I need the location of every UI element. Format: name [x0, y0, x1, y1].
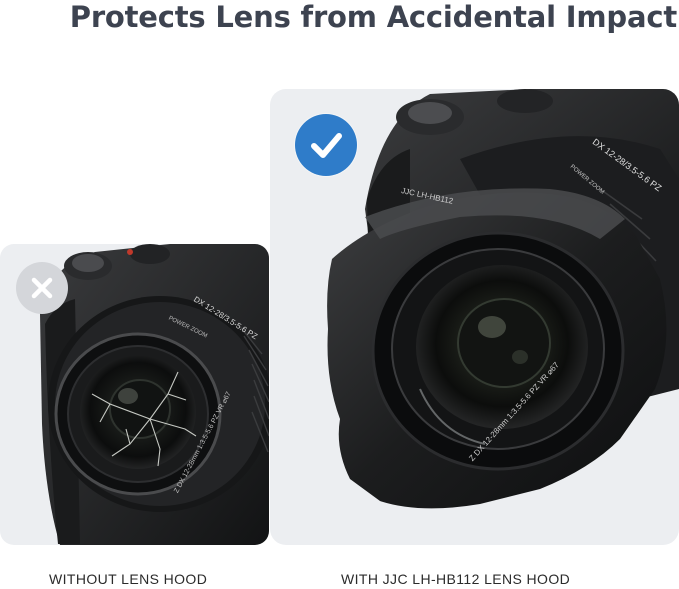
with-hood-caption: WITH JJC LH-HB112 LENS HOOD	[341, 571, 571, 587]
check-icon	[295, 114, 357, 176]
x-icon	[16, 262, 68, 314]
without-hood-caption: WITHOUT LENS HOOD	[49, 571, 208, 587]
x-icon	[31, 277, 53, 299]
check-icon	[311, 133, 342, 158]
page-headline: Protects Lens from Accidental Impact	[69, 0, 677, 34]
